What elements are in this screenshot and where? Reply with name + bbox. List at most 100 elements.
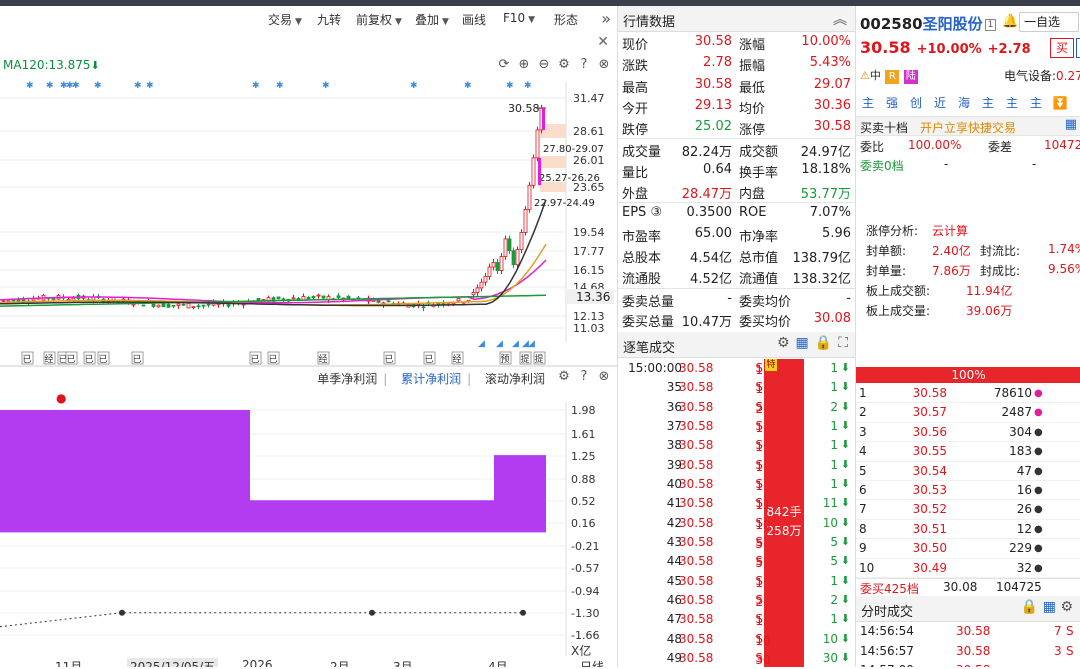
bid-level-row[interactable]: 3 30.56 304 ● — [856, 423, 1080, 443]
toolbar-overlay-dropdown[interactable]: 叠加 ▼ — [415, 11, 449, 28]
x-tick-label: 2月 — [330, 660, 350, 667]
arrow-down-icon: ⬇ — [840, 399, 850, 413]
shortcut-button[interactable]: 近 — [928, 92, 952, 114]
bid-price: 30.50 — [912, 541, 947, 556]
shortcut-button[interactable]: 海 — [952, 92, 976, 114]
tick-volume: 1 S — [755, 438, 764, 455]
tick-volume: 2 S — [755, 593, 764, 610]
quote-value: 29.13 — [694, 97, 732, 113]
buy-button[interactable]: 买 — [1050, 38, 1074, 58]
shortcut-button[interactable]: 主 — [856, 92, 880, 114]
candle-body — [519, 232, 524, 251]
tick-price: 30.58 — [679, 477, 714, 492]
event-triangle-icon: ◢ — [478, 339, 485, 349]
quote-value: 82.24万 — [681, 145, 732, 161]
price-tick-label: 17.77 — [573, 245, 605, 258]
bell-icon[interactable]: 🔔 — [1002, 14, 1018, 29]
bid-level-row[interactable]: 6 30.53 16 ● — [856, 481, 1080, 501]
zone-label: 25.27-26.26 — [539, 173, 600, 184]
quote-label: 市净率 — [739, 229, 779, 245]
toolbar-draw-line-button[interactable]: 画线 — [462, 11, 486, 28]
double-chevron-right-icon[interactable]: » — [601, 9, 611, 28]
bid-level-row[interactable]: 8 30.51 12 ● — [856, 520, 1080, 540]
shortcut-button[interactable]: 主 — [976, 92, 1000, 114]
gear-icon[interactable]: ⚙ — [1060, 599, 1073, 615]
gear-icon[interactable]: ⚙ — [554, 57, 574, 72]
tick-price: 30.58 — [679, 631, 714, 646]
tag-lu[interactable]: 陆 — [903, 70, 918, 84]
toolbar-nine-turn-button[interactable]: 九转 — [317, 11, 341, 28]
collapse-up-icon[interactable]: ︽ — [833, 9, 847, 29]
candle-body — [479, 281, 484, 289]
candle-body — [191, 306, 196, 309]
bid-price: 30.51 — [912, 521, 947, 536]
quote-value: 30.58 — [694, 76, 732, 92]
lock-icon[interactable]: 🔒 — [815, 335, 832, 351]
total-bid-row: 委买425档 30.08 104725 — [856, 578, 1080, 596]
candle-body — [276, 296, 281, 300]
arrow-down-icon: ⬇ — [840, 380, 850, 394]
tick-volume-2: 1 — [830, 361, 838, 375]
toolbar-adjust-dropdown[interactable]: 前复权 ▼ — [356, 11, 402, 28]
arrow-down-icon: ⬇ — [840, 631, 850, 645]
tab-rolling-profit[interactable]: 滚动净利润 — [485, 372, 545, 386]
limit-up-candle — [542, 108, 545, 130]
toolbar-f10-dropdown[interactable]: F10 ▼ — [503, 11, 535, 25]
bid-level-row[interactable]: 2 30.57 2487 ● — [856, 403, 1080, 423]
watchlist-button[interactable]: 一自选 — [1019, 12, 1079, 32]
grid-view-icon[interactable]: ▦ — [1043, 599, 1056, 615]
quote-value: 10.47万 — [681, 314, 732, 330]
shortcut-button[interactable]: 主 — [1024, 92, 1048, 114]
quote-value: 28.47万 — [681, 187, 732, 203]
toolbar-pattern-button[interactable]: 形态 — [554, 11, 578, 28]
grid-view-icon[interactable]: ▦ — [1065, 117, 1077, 132]
concept-link[interactable]: 云计算 — [932, 222, 968, 239]
candle-body — [451, 302, 456, 305]
bid-level-row[interactable]: 10 30.49 32 ● — [856, 559, 1080, 578]
fullscreen-icon[interactable]: ⛶ — [838, 335, 848, 351]
quote-value: 4.52亿 — [690, 272, 732, 288]
refresh-icon[interactable]: ⟳ — [494, 57, 514, 72]
close-icon[interactable]: ⊗ — [594, 369, 614, 384]
bid-level-row[interactable]: 1 30.58 78610 ● — [856, 384, 1080, 404]
toolbar-trade-dropdown[interactable]: 交易 ▼ — [268, 11, 302, 28]
ticks-title: 逐笔成交 — [623, 341, 676, 356]
open-account-link[interactable]: 开户立享快捷交易 — [920, 119, 1016, 136]
bid-quantity: 32 — [1016, 560, 1032, 575]
shortcut-button[interactable]: 创 — [904, 92, 928, 114]
bid-level-row[interactable]: 7 30.52 26 ● — [856, 500, 1080, 520]
arrow-down-icon: ⬇ — [840, 419, 850, 433]
tag-r[interactable]: R — [885, 70, 900, 84]
help-icon[interactable]: ? — [574, 57, 594, 72]
tick-price: 30.58 — [679, 651, 714, 666]
quote-value: 10.00% — [801, 34, 851, 49]
zoom-out-icon[interactable]: ⊖ — [534, 57, 554, 72]
bid-level-row[interactable]: 5 30.54 47 ● — [856, 462, 1080, 481]
close-icon[interactable]: ✕ — [597, 34, 609, 50]
more-shortcuts-icon[interactable]: ⏬ — [1048, 92, 1072, 114]
close-icon[interactable]: ⊗ — [594, 57, 614, 72]
lock-icon[interactable]: 🔒 — [1021, 599, 1038, 615]
stock-name[interactable]: 圣阳股份 — [923, 15, 983, 33]
stock-change: +2.78 — [987, 42, 1031, 57]
period-daily-button[interactable]: 日线 — [580, 658, 604, 667]
tick-row: 47 30.58 1 S 1 ⬇ — [618, 610, 856, 629]
tick-row: 49 30.58 30 S 30 ⬇ — [618, 649, 856, 668]
shortcut-button[interactable]: 强 — [880, 92, 904, 114]
sell-button[interactable]: 卖 — [1076, 38, 1080, 58]
bid-dot-icon: ● — [1034, 523, 1043, 535]
gear-icon[interactable]: ⚙ — [554, 369, 574, 384]
settings-icon[interactable]: ⚙ — [777, 335, 790, 351]
candle-body — [336, 295, 341, 298]
grid-view-icon[interactable]: ▦ — [796, 335, 809, 351]
bid-level-row[interactable]: 9 30.50 229 ● — [856, 539, 1080, 559]
shortcut-button[interactable]: 主 — [1000, 92, 1024, 114]
tab-quarterly-profit[interactable]: 单季净利润 — [317, 372, 377, 386]
tab-cumulative-profit[interactable]: 累计净利润 — [401, 372, 461, 386]
quote-row: 委买总量 10.47万 委买均价 30.08 — [618, 309, 855, 330]
zoom-in-icon[interactable]: ⊕ — [514, 57, 534, 72]
ma120-label: MA120:13.875⬇ — [3, 58, 100, 72]
industry-info[interactable]: 电气设备:0.27 — [1004, 67, 1080, 84]
help-icon[interactable]: ? — [574, 369, 594, 384]
bid-level-row[interactable]: 4 30.55 183 ● — [856, 442, 1080, 462]
